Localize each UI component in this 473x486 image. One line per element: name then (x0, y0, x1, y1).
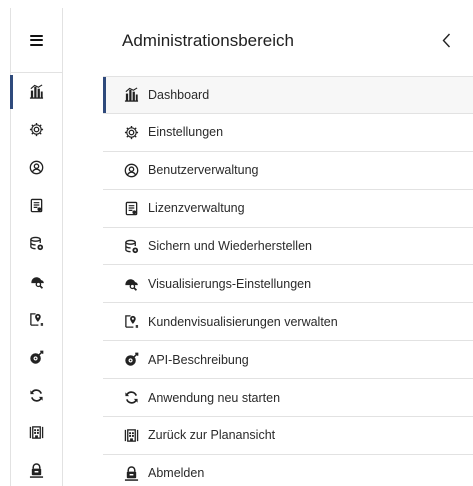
rail-item-logout[interactable] (11, 452, 62, 486)
menu-item-label: Sichern und Wiederherstellen (148, 239, 312, 253)
menu-item-label: Dashboard (148, 87, 210, 102)
menu-item-settings[interactable]: Einstellungen (103, 114, 473, 152)
menu-item-label: API-Beschreibung (148, 352, 249, 367)
plan-view-icon (123, 427, 139, 443)
menu-item-label: Anwendung neu starten (148, 390, 281, 405)
dashboard-icon (123, 87, 139, 103)
user-icon (29, 160, 44, 175)
chevron-left-icon (442, 33, 451, 48)
backup-icon (29, 236, 44, 251)
customer-visualization-icon (29, 312, 44, 327)
menu-item-plan-view[interactable]: Zurück zur Planansicht (103, 417, 473, 455)
menu-item-label: Zurück zur Planansicht (148, 428, 276, 443)
rail-item-api[interactable] (11, 338, 62, 376)
hamburger-icon (30, 34, 43, 46)
visualization-icon (123, 276, 139, 292)
logout-icon (29, 463, 44, 479)
menu-item-licenses[interactable]: Lizenzverwaltung (103, 190, 473, 228)
menu-item-logout[interactable]: Abmelden (103, 455, 473, 486)
rail-item-users[interactable] (11, 149, 62, 187)
menu-item-restart[interactable]: Anwendung neu starten (103, 379, 473, 418)
admin-panel: Administrationsbereich Dashboard Einstel… (63, 8, 473, 486)
license-icon (29, 198, 44, 213)
admin-menu: Dashboard Einstellungen Benutzerverwaltu… (103, 76, 473, 486)
rail-item-plan-view[interactable] (11, 414, 62, 452)
menu-item-dashboard[interactable]: Dashboard (103, 76, 473, 114)
api-icon (123, 352, 139, 368)
rail-item-customer-visualizations[interactable] (11, 300, 62, 338)
dashboard-icon (29, 84, 44, 100)
menu-item-customer-visualizations[interactable]: Kundenvisualisierungen verwalten (103, 303, 473, 342)
backup-icon (123, 238, 139, 254)
restart-icon (29, 388, 44, 403)
icon-rail (10, 8, 63, 486)
panel-header: Administrationsbereich (63, 8, 473, 73)
page-title: Administrationsbereich (122, 31, 294, 50)
customer-visualization-icon (123, 314, 139, 330)
menu-item-label: Lizenzverwaltung (148, 201, 245, 216)
menu-item-visualization[interactable]: Visualisierungs-Einstellungen (103, 265, 473, 304)
visualization-icon (29, 274, 45, 289)
gear-icon (123, 124, 139, 140)
rail-item-licenses[interactable] (11, 187, 62, 225)
menu-item-label: Einstellungen (148, 125, 224, 140)
rail-item-dashboard[interactable] (10, 73, 62, 111)
menu-item-users[interactable]: Benutzerverwaltung (103, 152, 473, 190)
restart-icon (123, 390, 139, 406)
menu-toggle-button[interactable] (11, 8, 62, 73)
gear-icon (29, 122, 44, 137)
menu-item-label: Visualisierungs-Einstellungen (148, 276, 312, 291)
rail-item-restart[interactable] (11, 376, 62, 414)
menu-item-backup[interactable]: Sichern und Wiederherstellen (103, 228, 473, 266)
menu-item-api[interactable]: API-Beschreibung (103, 341, 473, 380)
rail-item-visualization[interactable] (11, 262, 62, 300)
license-icon (123, 200, 139, 216)
plan-view-icon (29, 425, 44, 440)
rail-item-backup[interactable] (11, 225, 62, 263)
api-icon (29, 350, 44, 365)
menu-item-label: Kundenvisualisierungen verwalten (148, 314, 338, 329)
logout-icon (123, 465, 139, 481)
user-icon (123, 162, 139, 178)
rail-item-settings[interactable] (11, 111, 62, 149)
menu-item-label: Benutzerverwaltung (148, 163, 259, 178)
menu-item-label: Abmelden (148, 466, 205, 481)
collapse-button[interactable] (438, 30, 454, 50)
